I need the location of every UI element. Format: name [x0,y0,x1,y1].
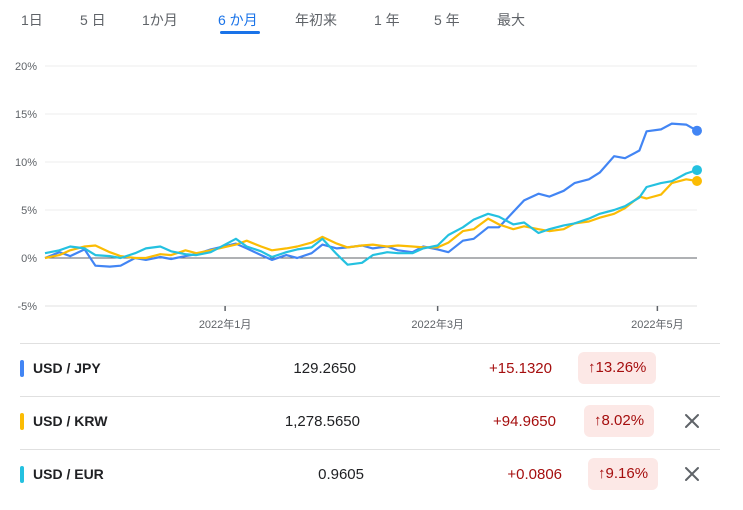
y-tick-label: 20% [15,61,37,73]
remove-close-icon[interactable] [680,462,704,486]
series-color-swatch [20,360,24,377]
y-tick-label: 5% [21,205,37,217]
tab-1-month[interactable]: 1か月 [142,10,178,30]
fx-comparison-chart: 20% 15% 10% 5% 0% -5% 2022年1月 2022年3月 2022年5月 [15,61,702,331]
active-tab-indicator [220,31,260,34]
percent-change-badge: ↑9.16% [588,458,659,490]
tab-6-months[interactable]: 6 か月 [218,10,258,30]
exchange-rate: 129.2650 [293,360,356,377]
percent-change-badge: ↑8.02% [584,405,655,437]
absolute-change: +15.1320 [489,360,552,377]
absolute-change: +0.0806 [507,466,562,483]
tab-max[interactable]: 最大 [497,10,525,30]
currency-pair-label: USD / JPY [33,360,101,376]
tab-5-years[interactable]: 5 年 [434,10,460,30]
x-tick-label: 2022年5月 [631,317,684,331]
exchange-rate: 1,278.5650 [284,413,360,430]
series-end-point-usd-krw [692,176,702,187]
y-tick-label: 10% [15,157,37,169]
series-end-point-usd-jpy [692,125,702,136]
remove-close-icon[interactable] [680,409,704,433]
tab-1-year[interactable]: 1 年 [374,10,400,30]
y-tick-label: 15% [15,109,37,121]
currency-pair-label: USD / EUR [33,466,104,482]
absolute-change: +94.9650 [493,413,556,430]
range-tabs: 1日 5 日 1か月 6 か月 年初来 1 年 5 年 最大 [0,0,743,40]
exchange-rate: 0.9605 [318,466,364,483]
list-item-usd-eur[interactable]: USD / EUR 0.9605 +0.0806 ↑9.16% [20,449,720,502]
series-color-swatch [20,466,24,483]
list-item-usd-jpy[interactable]: USD / JPY 129.2650 +15.1320 ↑13.26% [20,343,720,396]
y-tick-label: 0% [21,253,37,265]
series-end-point-usd-eur [692,165,702,176]
x-tick-label: 2022年1月 [199,317,252,331]
series-color-swatch [20,413,24,430]
y-tick-label: -5% [17,301,37,313]
x-tick-label: 2022年3月 [411,317,464,331]
tab-ytd[interactable]: 年初来 [295,10,337,30]
tab-1-day[interactable]: 1日 [21,10,43,30]
series-line-usd-krw [44,178,698,260]
list-item-usd-krw[interactable]: USD / KRW 1,278.5650 +94.9650 ↑8.02% [20,396,720,449]
currency-pair-label: USD / KRW [33,413,108,429]
percent-change-badge: ↑13.26% [578,352,657,384]
tab-5-days[interactable]: 5 日 [80,10,106,30]
